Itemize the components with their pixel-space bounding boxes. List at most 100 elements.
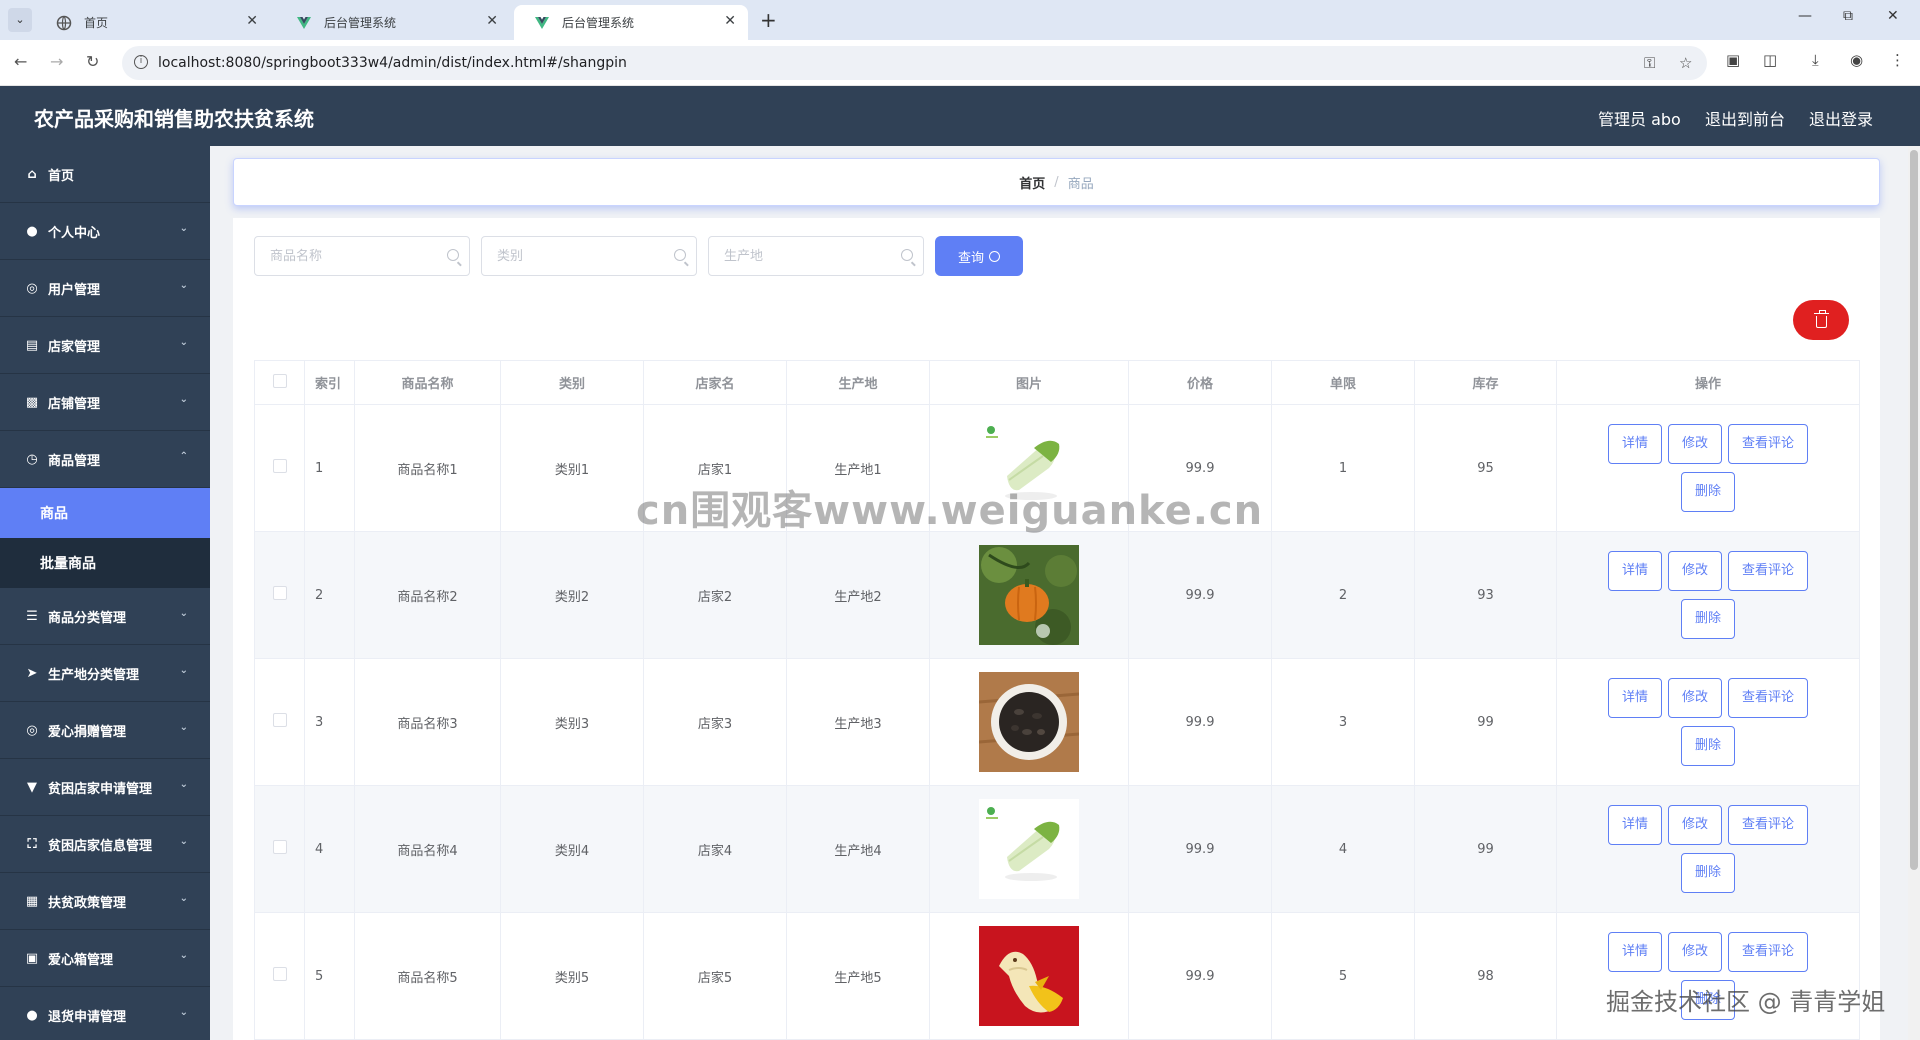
sidebar-item-home[interactable]: ⌂ 首页 — [0, 146, 210, 203]
page-scrollbar[interactable] — [1908, 146, 1920, 1040]
comments-button[interactable]: 查看评论 — [1728, 805, 1809, 845]
header-select-all[interactable] — [254, 360, 305, 405]
sidebar-item-personal[interactable]: ● 个人中心 ⌄ — [0, 203, 210, 260]
product-name-input[interactable] — [255, 237, 435, 275]
sidebar-item-poor-shop-info[interactable]: ⛶ 贫困店家信息管理 ⌄ — [0, 816, 210, 873]
batch-delete-button[interactable] — [1793, 300, 1849, 340]
tab-search-button[interactable]: ⌄ — [8, 8, 32, 32]
store-icon: ▤ — [25, 337, 39, 353]
sidebar-item-origin-categories[interactable]: ➤ 生产地分类管理 ⌄ — [0, 645, 210, 702]
sidebar-subitem-batch-products[interactable]: 批量商品 — [0, 538, 210, 588]
sidebar-item-policies[interactable]: ▦ 扶贫政策管理 ⌄ — [0, 873, 210, 930]
sidebar-item-shops[interactable]: ▩ 店铺管理 ⌄ — [0, 374, 210, 431]
breadcrumb-home[interactable]: 首页 — [1019, 173, 1045, 192]
sidebar-item-shopkeepers[interactable]: ▤ 店家管理 ⌄ — [0, 317, 210, 374]
origin-search[interactable] — [708, 236, 924, 276]
comments-button[interactable]: 查看评论 — [1728, 678, 1809, 718]
query-button[interactable]: 查询 — [935, 236, 1023, 276]
scrollbar-thumb[interactable] — [1910, 150, 1918, 870]
chevron-down-icon: ⌄ — [179, 836, 188, 847]
browser-tab-3[interactable]: 后台管理系统 ✕ — [514, 5, 748, 40]
product-image-cabbage[interactable] — [979, 799, 1079, 899]
comments-button[interactable]: 查看评论 — [1728, 424, 1809, 464]
screenshot-icon[interactable]: ▣ — [1726, 51, 1740, 69]
close-window-icon[interactable]: ✕ — [1887, 8, 1899, 24]
table-row: 4 商品名称4 类别4 店家4 生产地4 99.9 4 99 详情 修改 查看评… — [254, 785, 1860, 913]
key-icon[interactable]: ⚿ — [1644, 54, 1655, 72]
edit-button[interactable]: 修改 — [1667, 424, 1722, 464]
product-name-search[interactable] — [254, 236, 470, 276]
detail-button[interactable]: 详情 — [1607, 424, 1662, 464]
sidebar-item-donations[interactable]: ◎ 爱心捐赠管理 ⌄ — [0, 702, 210, 759]
sidebar-item-label: 首页 — [48, 168, 75, 184]
forward-icon[interactable]: → — [50, 52, 63, 71]
close-icon[interactable]: ✕ — [486, 13, 498, 29]
checkbox[interactable] — [272, 586, 287, 600]
checkbox[interactable] — [272, 840, 287, 854]
row-select[interactable] — [254, 531, 305, 659]
sidebar-item-product-categories[interactable]: ☰ 商品分类管理 ⌄ — [0, 588, 210, 645]
sidebar-item-charity-box[interactable]: ▣ 爱心箱管理 ⌄ — [0, 930, 210, 987]
checkbox[interactable] — [272, 967, 287, 981]
detail-button[interactable]: 详情 — [1607, 932, 1662, 972]
row-select[interactable] — [254, 912, 305, 1040]
row-select[interactable] — [254, 785, 305, 913]
reload-icon[interactable]: ↻ — [86, 52, 99, 71]
comments-button[interactable]: 查看评论 — [1728, 932, 1809, 972]
product-image-seeds[interactable] — [979, 672, 1079, 772]
row-select[interactable] — [254, 404, 305, 532]
product-image-banana[interactable] — [979, 926, 1079, 1026]
extensions-icon[interactable]: ◫ — [1763, 51, 1777, 69]
delete-button[interactable]: 删除 — [1680, 853, 1735, 893]
product-image-pumpkin[interactable] — [979, 545, 1079, 645]
back-icon[interactable]: ← — [14, 52, 27, 71]
delete-button[interactable]: 删除 — [1680, 726, 1735, 766]
site-info-icon[interactable]: i — [134, 55, 148, 69]
checkbox[interactable] — [272, 459, 287, 473]
edit-button[interactable]: 修改 — [1667, 932, 1722, 972]
new-tab-button[interactable]: + — [760, 8, 777, 32]
breadcrumb: 首页 / 商品 — [233, 158, 1880, 206]
checkbox[interactable] — [272, 373, 287, 388]
detail-button[interactable]: 详情 — [1607, 678, 1662, 718]
main-content: 首页 / 商品 查询 — [210, 146, 1910, 1040]
table-row: 1 商品名称1 类别1 店家1 生产地1 99.9 1 95 详情 修改 查看评… — [254, 404, 1860, 532]
category-search[interactable] — [481, 236, 697, 276]
close-icon[interactable]: ✕ — [724, 13, 736, 29]
download-icon[interactable]: ⤓ — [1812, 51, 1819, 69]
browser-tab-2[interactable]: 后台管理系统 ✕ — [276, 5, 510, 40]
sidebar-item-products[interactable]: ◷ 商品管理 ⌃ — [0, 431, 210, 488]
product-image-cabbage[interactable] — [979, 418, 1079, 518]
star-icon[interactable]: ☆ — [1679, 54, 1692, 72]
logout-link[interactable]: 退出登录 — [1809, 106, 1873, 130]
restore-icon[interactable]: ⧉ — [1843, 8, 1853, 24]
cell-category: 类别3 — [500, 658, 644, 786]
profile-icon[interactable]: ◉ — [1850, 51, 1863, 69]
sidebar-subitem-products[interactable]: 商品 — [0, 488, 210, 538]
origin-input[interactable] — [709, 237, 889, 275]
detail-button[interactable]: 详情 — [1607, 551, 1662, 591]
cell-stock: 98 — [1414, 912, 1557, 1040]
front-link[interactable]: 退出到前台 — [1705, 106, 1785, 130]
sidebar-item-label: 爱心捐赠管理 — [48, 724, 127, 740]
address-bar[interactable]: i localhost:8080/springboot333w4/admin/d… — [122, 46, 1707, 80]
delete-button[interactable]: 删除 — [1680, 599, 1735, 639]
minimize-icon[interactable]: — — [1798, 8, 1812, 24]
edit-button[interactable]: 修改 — [1667, 805, 1722, 845]
category-input[interactable] — [482, 237, 662, 275]
delete-button[interactable]: 删除 — [1680, 980, 1735, 1020]
checkbox[interactable] — [272, 713, 287, 727]
more-icon[interactable]: ⋮ — [1890, 51, 1905, 69]
close-icon[interactable]: ✕ — [246, 13, 258, 29]
detail-button[interactable]: 详情 — [1607, 805, 1662, 845]
row-select[interactable] — [254, 658, 305, 786]
edit-button[interactable]: 修改 — [1667, 678, 1722, 718]
sidebar-item-users[interactable]: ◎ 用户管理 ⌄ — [0, 260, 210, 317]
comments-button[interactable]: 查看评论 — [1728, 551, 1809, 591]
sidebar-item-poor-shop-applications[interactable]: ▼ 贫困店家申请管理 ⌄ — [0, 759, 210, 816]
cell-shop: 店家3 — [643, 658, 787, 786]
delete-button[interactable]: 删除 — [1680, 472, 1735, 512]
browser-tab-1[interactable]: 首页 ✕ — [36, 5, 270, 40]
edit-button[interactable]: 修改 — [1667, 551, 1722, 591]
sidebar-item-returns[interactable]: ● 退货申请管理 ⌄ — [0, 987, 210, 1040]
